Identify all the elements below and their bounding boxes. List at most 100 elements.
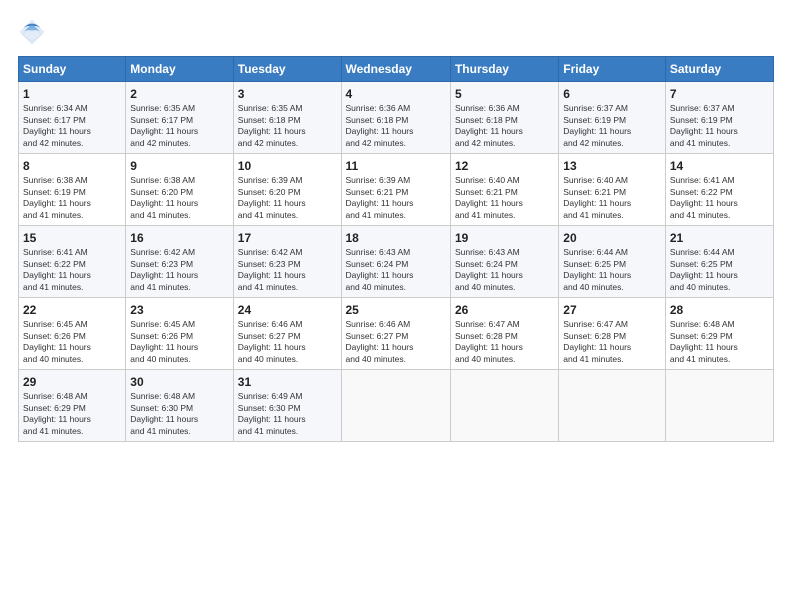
day-cell-6: 6Sunrise: 6:37 AM Sunset: 6:19 PM Daylig… bbox=[559, 82, 666, 154]
day-info: Sunrise: 6:47 AM Sunset: 6:28 PM Dayligh… bbox=[455, 319, 554, 365]
day-cell-5: 5Sunrise: 6:36 AM Sunset: 6:18 PM Daylig… bbox=[450, 82, 558, 154]
day-number: 13 bbox=[563, 158, 661, 174]
day-info: Sunrise: 6:46 AM Sunset: 6:27 PM Dayligh… bbox=[346, 319, 446, 365]
day-cell-26: 26Sunrise: 6:47 AM Sunset: 6:28 PM Dayli… bbox=[450, 298, 558, 370]
day-number: 12 bbox=[455, 158, 554, 174]
day-number: 10 bbox=[238, 158, 337, 174]
logo-icon bbox=[18, 18, 46, 46]
day-cell-8: 8Sunrise: 6:38 AM Sunset: 6:19 PM Daylig… bbox=[19, 154, 126, 226]
day-number: 26 bbox=[455, 302, 554, 318]
week-row-4: 22Sunrise: 6:45 AM Sunset: 6:26 PM Dayli… bbox=[19, 298, 774, 370]
day-cell-16: 16Sunrise: 6:42 AM Sunset: 6:23 PM Dayli… bbox=[126, 226, 233, 298]
weekday-header-row: SundayMondayTuesdayWednesdayThursdayFrid… bbox=[19, 57, 774, 82]
day-number: 11 bbox=[346, 158, 446, 174]
day-info: Sunrise: 6:45 AM Sunset: 6:26 PM Dayligh… bbox=[23, 319, 121, 365]
day-number: 8 bbox=[23, 158, 121, 174]
day-info: Sunrise: 6:45 AM Sunset: 6:26 PM Dayligh… bbox=[130, 319, 228, 365]
day-info: Sunrise: 6:42 AM Sunset: 6:23 PM Dayligh… bbox=[130, 247, 228, 293]
day-info: Sunrise: 6:36 AM Sunset: 6:18 PM Dayligh… bbox=[455, 103, 554, 149]
day-info: Sunrise: 6:46 AM Sunset: 6:27 PM Dayligh… bbox=[238, 319, 337, 365]
day-number: 25 bbox=[346, 302, 446, 318]
day-cell-24: 24Sunrise: 6:46 AM Sunset: 6:27 PM Dayli… bbox=[233, 298, 341, 370]
day-cell-23: 23Sunrise: 6:45 AM Sunset: 6:26 PM Dayli… bbox=[126, 298, 233, 370]
day-info: Sunrise: 6:43 AM Sunset: 6:24 PM Dayligh… bbox=[455, 247, 554, 293]
day-cell-27: 27Sunrise: 6:47 AM Sunset: 6:28 PM Dayli… bbox=[559, 298, 666, 370]
day-number: 16 bbox=[130, 230, 228, 246]
day-cell-17: 17Sunrise: 6:42 AM Sunset: 6:23 PM Dayli… bbox=[233, 226, 341, 298]
weekday-header-tuesday: Tuesday bbox=[233, 57, 341, 82]
page: SundayMondayTuesdayWednesdayThursdayFrid… bbox=[0, 0, 792, 612]
day-info: Sunrise: 6:48 AM Sunset: 6:29 PM Dayligh… bbox=[23, 391, 121, 437]
day-info: Sunrise: 6:44 AM Sunset: 6:25 PM Dayligh… bbox=[563, 247, 661, 293]
day-number: 20 bbox=[563, 230, 661, 246]
empty-cell bbox=[559, 370, 666, 442]
day-number: 7 bbox=[670, 86, 769, 102]
day-info: Sunrise: 6:34 AM Sunset: 6:17 PM Dayligh… bbox=[23, 103, 121, 149]
day-cell-21: 21Sunrise: 6:44 AM Sunset: 6:25 PM Dayli… bbox=[665, 226, 773, 298]
day-number: 24 bbox=[238, 302, 337, 318]
day-cell-20: 20Sunrise: 6:44 AM Sunset: 6:25 PM Dayli… bbox=[559, 226, 666, 298]
day-cell-12: 12Sunrise: 6:40 AM Sunset: 6:21 PM Dayli… bbox=[450, 154, 558, 226]
day-number: 29 bbox=[23, 374, 121, 390]
empty-cell bbox=[341, 370, 450, 442]
day-info: Sunrise: 6:38 AM Sunset: 6:20 PM Dayligh… bbox=[130, 175, 228, 221]
calendar-table: SundayMondayTuesdayWednesdayThursdayFrid… bbox=[18, 56, 774, 442]
day-number: 3 bbox=[238, 86, 337, 102]
day-info: Sunrise: 6:40 AM Sunset: 6:21 PM Dayligh… bbox=[563, 175, 661, 221]
week-row-3: 15Sunrise: 6:41 AM Sunset: 6:22 PM Dayli… bbox=[19, 226, 774, 298]
day-number: 27 bbox=[563, 302, 661, 318]
day-cell-14: 14Sunrise: 6:41 AM Sunset: 6:22 PM Dayli… bbox=[665, 154, 773, 226]
day-cell-4: 4Sunrise: 6:36 AM Sunset: 6:18 PM Daylig… bbox=[341, 82, 450, 154]
day-info: Sunrise: 6:41 AM Sunset: 6:22 PM Dayligh… bbox=[670, 175, 769, 221]
day-cell-28: 28Sunrise: 6:48 AM Sunset: 6:29 PM Dayli… bbox=[665, 298, 773, 370]
day-cell-13: 13Sunrise: 6:40 AM Sunset: 6:21 PM Dayli… bbox=[559, 154, 666, 226]
day-info: Sunrise: 6:39 AM Sunset: 6:21 PM Dayligh… bbox=[346, 175, 446, 221]
day-info: Sunrise: 6:47 AM Sunset: 6:28 PM Dayligh… bbox=[563, 319, 661, 365]
day-info: Sunrise: 6:37 AM Sunset: 6:19 PM Dayligh… bbox=[670, 103, 769, 149]
day-cell-30: 30Sunrise: 6:48 AM Sunset: 6:30 PM Dayli… bbox=[126, 370, 233, 442]
day-info: Sunrise: 6:48 AM Sunset: 6:29 PM Dayligh… bbox=[670, 319, 769, 365]
day-cell-25: 25Sunrise: 6:46 AM Sunset: 6:27 PM Dayli… bbox=[341, 298, 450, 370]
day-cell-31: 31Sunrise: 6:49 AM Sunset: 6:30 PM Dayli… bbox=[233, 370, 341, 442]
day-number: 15 bbox=[23, 230, 121, 246]
weekday-header-saturday: Saturday bbox=[665, 57, 773, 82]
day-number: 5 bbox=[455, 86, 554, 102]
day-number: 30 bbox=[130, 374, 228, 390]
day-number: 18 bbox=[346, 230, 446, 246]
day-number: 1 bbox=[23, 86, 121, 102]
logo bbox=[18, 18, 50, 46]
day-info: Sunrise: 6:42 AM Sunset: 6:23 PM Dayligh… bbox=[238, 247, 337, 293]
weekday-header-thursday: Thursday bbox=[450, 57, 558, 82]
day-number: 17 bbox=[238, 230, 337, 246]
weekday-header-friday: Friday bbox=[559, 57, 666, 82]
day-number: 19 bbox=[455, 230, 554, 246]
day-info: Sunrise: 6:35 AM Sunset: 6:17 PM Dayligh… bbox=[130, 103, 228, 149]
header bbox=[18, 18, 774, 46]
week-row-5: 29Sunrise: 6:48 AM Sunset: 6:29 PM Dayli… bbox=[19, 370, 774, 442]
day-info: Sunrise: 6:37 AM Sunset: 6:19 PM Dayligh… bbox=[563, 103, 661, 149]
day-number: 22 bbox=[23, 302, 121, 318]
day-cell-2: 2Sunrise: 6:35 AM Sunset: 6:17 PM Daylig… bbox=[126, 82, 233, 154]
day-info: Sunrise: 6:38 AM Sunset: 6:19 PM Dayligh… bbox=[23, 175, 121, 221]
day-cell-1: 1Sunrise: 6:34 AM Sunset: 6:17 PM Daylig… bbox=[19, 82, 126, 154]
day-cell-22: 22Sunrise: 6:45 AM Sunset: 6:26 PM Dayli… bbox=[19, 298, 126, 370]
day-info: Sunrise: 6:48 AM Sunset: 6:30 PM Dayligh… bbox=[130, 391, 228, 437]
day-info: Sunrise: 6:39 AM Sunset: 6:20 PM Dayligh… bbox=[238, 175, 337, 221]
day-info: Sunrise: 6:49 AM Sunset: 6:30 PM Dayligh… bbox=[238, 391, 337, 437]
day-cell-9: 9Sunrise: 6:38 AM Sunset: 6:20 PM Daylig… bbox=[126, 154, 233, 226]
day-cell-10: 10Sunrise: 6:39 AM Sunset: 6:20 PM Dayli… bbox=[233, 154, 341, 226]
day-info: Sunrise: 6:43 AM Sunset: 6:24 PM Dayligh… bbox=[346, 247, 446, 293]
empty-cell bbox=[665, 370, 773, 442]
day-info: Sunrise: 6:41 AM Sunset: 6:22 PM Dayligh… bbox=[23, 247, 121, 293]
weekday-header-monday: Monday bbox=[126, 57, 233, 82]
day-number: 23 bbox=[130, 302, 228, 318]
day-info: Sunrise: 6:35 AM Sunset: 6:18 PM Dayligh… bbox=[238, 103, 337, 149]
empty-cell bbox=[450, 370, 558, 442]
week-row-1: 1Sunrise: 6:34 AM Sunset: 6:17 PM Daylig… bbox=[19, 82, 774, 154]
day-number: 4 bbox=[346, 86, 446, 102]
day-cell-29: 29Sunrise: 6:48 AM Sunset: 6:29 PM Dayli… bbox=[19, 370, 126, 442]
day-number: 6 bbox=[563, 86, 661, 102]
day-number: 28 bbox=[670, 302, 769, 318]
day-cell-18: 18Sunrise: 6:43 AM Sunset: 6:24 PM Dayli… bbox=[341, 226, 450, 298]
day-cell-15: 15Sunrise: 6:41 AM Sunset: 6:22 PM Dayli… bbox=[19, 226, 126, 298]
